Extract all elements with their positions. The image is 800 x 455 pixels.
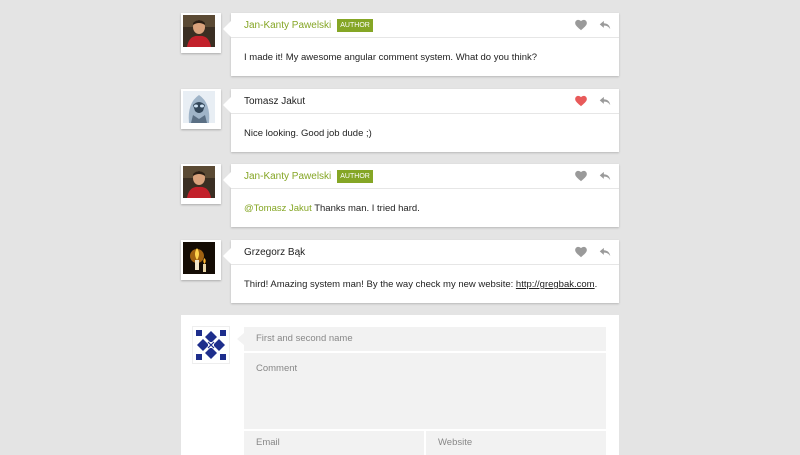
name-input[interactable]: First and second name bbox=[237, 327, 606, 351]
comment-text: @Tomasz Jakut Thanks man. I tried hard. bbox=[231, 189, 619, 227]
comment-header: Grzegorz Bąk bbox=[231, 240, 619, 265]
comment-text: Nice looking. Good job dude ;) bbox=[231, 114, 619, 152]
author-badge: AUTHOR bbox=[337, 18, 373, 32]
comment-card: Jan-Kanty Pawelski AUTHOR @Tomasz Jakut … bbox=[223, 164, 619, 227]
comment-text-content: Thanks man. I tried hard. bbox=[311, 203, 420, 214]
comment-header: Tomasz Jakut bbox=[231, 89, 619, 114]
avatar-image bbox=[183, 15, 215, 47]
avatar-image bbox=[183, 166, 215, 198]
website-input[interactable]: Website bbox=[426, 431, 606, 455]
comment-card: Jan-Kanty Pawelski AUTHOR I made it! My … bbox=[223, 13, 619, 76]
comment-form: First and second name Comment Email Webs… bbox=[181, 315, 619, 455]
reply-icon[interactable] bbox=[598, 94, 612, 108]
comment-text-content: Third! Amazing system man! By the way ch… bbox=[244, 279, 516, 290]
website-link[interactable]: http://gregbak.com bbox=[516, 279, 595, 290]
comment-header: Jan-Kanty Pawelski AUTHOR bbox=[231, 164, 619, 189]
heart-icon[interactable] bbox=[574, 18, 588, 32]
heart-icon[interactable] bbox=[574, 94, 588, 108]
avatar[interactable] bbox=[181, 240, 221, 280]
avatar[interactable] bbox=[181, 13, 221, 53]
email-input[interactable]: Email bbox=[244, 431, 424, 455]
avatar-image bbox=[183, 91, 215, 123]
reply-icon[interactable] bbox=[598, 18, 612, 32]
avatar-image bbox=[183, 242, 215, 274]
comment-text-content: Nice looking. Good job dude ;) bbox=[244, 128, 372, 139]
comment-header: Jan-Kanty Pawelski AUTHOR bbox=[231, 13, 619, 38]
comment-text: I made it! My awesome angular comment sy… bbox=[231, 38, 619, 76]
reply-icon[interactable] bbox=[598, 245, 612, 259]
comment-author[interactable]: Jan-Kanty Pawelski bbox=[244, 20, 331, 31]
comment-author[interactable]: Tomasz Jakut bbox=[244, 96, 305, 107]
author-badge: AUTHOR bbox=[337, 169, 373, 183]
comment-author[interactable]: Grzegorz Bąk bbox=[244, 247, 305, 258]
heart-icon[interactable] bbox=[574, 245, 588, 259]
comment-textarea[interactable]: Comment bbox=[244, 353, 606, 429]
comment-text-end: . bbox=[594, 279, 598, 290]
identicon-image bbox=[193, 327, 229, 363]
comment-card: Tomasz Jakut Nice looking. Good job dude… bbox=[223, 89, 619, 152]
reply-icon[interactable] bbox=[598, 169, 612, 183]
comment-author[interactable]: Jan-Kanty Pawelski bbox=[244, 171, 331, 182]
comment-text-content: I made it! My awesome angular comment sy… bbox=[244, 52, 538, 63]
avatar[interactable] bbox=[181, 89, 221, 129]
comment-text: Third! Amazing system man! By the way ch… bbox=[231, 265, 619, 303]
avatar bbox=[193, 327, 229, 363]
avatar[interactable] bbox=[181, 164, 221, 204]
heart-icon[interactable] bbox=[574, 169, 588, 183]
comment-card: Grzegorz Bąk Third! Amazing system man! … bbox=[223, 240, 619, 303]
mention-link[interactable]: @Tomasz Jakut bbox=[244, 203, 312, 214]
